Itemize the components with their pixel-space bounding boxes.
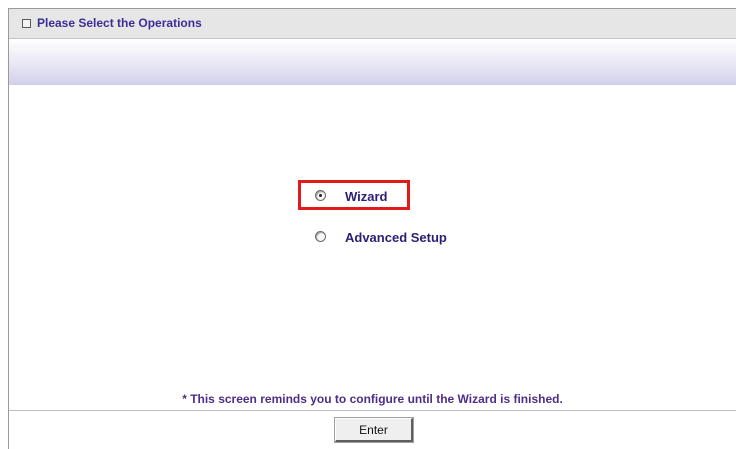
square-bullet-icon xyxy=(22,19,31,28)
operations-panel: Please Select the Operations Wizard Adva… xyxy=(8,8,736,449)
panel-header: Please Select the Operations xyxy=(9,9,736,39)
wizard-radio[interactable] xyxy=(315,190,326,201)
wizard-reminder-text: * This screen reminds you to configure u… xyxy=(182,392,563,406)
radio-selected-dot xyxy=(319,194,322,197)
enter-button[interactable]: Enter xyxy=(334,417,414,443)
option-wizard[interactable]: Wizard xyxy=(298,180,410,210)
header-gradient-band xyxy=(9,39,736,85)
advanced-setup-radio[interactable] xyxy=(315,231,326,242)
page-title: Please Select the Operations xyxy=(37,16,202,30)
footer-divider xyxy=(9,410,736,411)
wizard-label[interactable]: Wizard xyxy=(345,189,388,204)
advanced-setup-label[interactable]: Advanced Setup xyxy=(345,230,447,245)
option-advanced-setup[interactable]: Advanced Setup xyxy=(298,221,458,251)
